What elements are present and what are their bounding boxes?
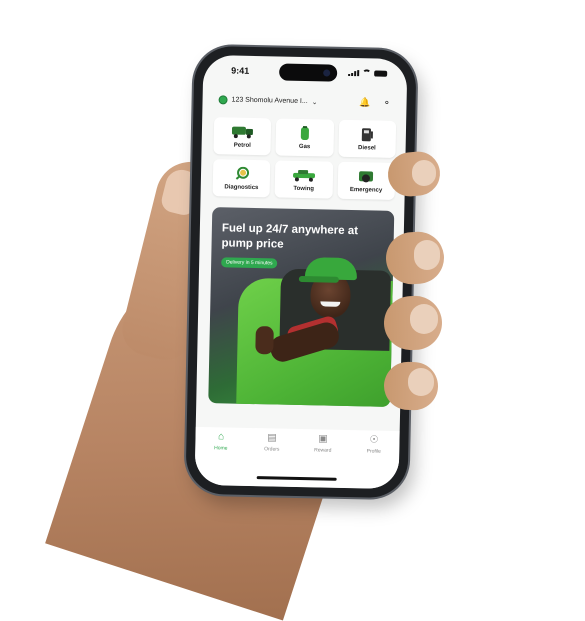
banner-title: Fuel up 24/7 anywhere at pump price xyxy=(221,222,359,251)
scene: 9:41 123 Shomolu Avenue I... ⌄ 🔔 ⚬ Petro… xyxy=(0,0,585,621)
tab-label: Home xyxy=(214,445,228,452)
banner-driver-smile xyxy=(320,301,341,307)
service-grid: Petrol Gas Diesel Diagnostics Towing Eme… xyxy=(212,117,397,200)
fingernail xyxy=(408,368,434,396)
service-emergency[interactable]: Emergency xyxy=(337,161,396,200)
bell-icon[interactable]: 🔔 xyxy=(359,97,370,108)
battery-icon xyxy=(374,69,388,77)
home-icon: ⌂ xyxy=(217,431,225,443)
location-address: 123 Shomolu Avenue I... xyxy=(231,96,308,106)
signal-icon xyxy=(348,69,360,76)
fuel-truck-icon xyxy=(231,126,253,138)
gift-icon: ▣ xyxy=(318,433,328,445)
location-pin-icon xyxy=(218,95,228,105)
wifi-icon xyxy=(362,69,372,77)
location-selector[interactable]: 123 Shomolu Avenue I... ⌄ xyxy=(218,95,318,106)
service-towing[interactable]: Towing xyxy=(274,160,333,199)
promo-banner[interactable]: Fuel up 24/7 anywhere at pump price Deli… xyxy=(208,207,395,407)
profile-icon[interactable]: ⚬ xyxy=(383,98,391,109)
service-gas[interactable]: Gas xyxy=(275,118,334,157)
banner-badge: Delivery in 5 minutes xyxy=(221,257,278,269)
service-diagnostics[interactable]: Diagnostics xyxy=(212,159,271,198)
gas-cylinder-icon xyxy=(300,125,309,140)
emergency-icon xyxy=(359,170,374,182)
tab-label: Orders xyxy=(264,446,280,453)
service-label: Diagnostics xyxy=(224,183,259,191)
tab-label: Reward xyxy=(314,447,332,454)
diagnostics-icon xyxy=(235,166,249,180)
orders-icon: ▤ xyxy=(267,432,277,444)
dynamic-island xyxy=(279,63,338,82)
fingernail xyxy=(410,304,438,334)
banner-thumbs-up xyxy=(255,326,274,355)
service-label: Gas xyxy=(298,143,311,150)
tab-profile[interactable]: ☉ Profile xyxy=(353,434,394,489)
service-petrol[interactable]: Petrol xyxy=(213,117,272,156)
phone-screen: 9:41 123 Shomolu Avenue I... ⌄ 🔔 ⚬ Petro… xyxy=(194,54,408,490)
service-label: Emergency xyxy=(349,186,383,194)
tab-label: Profile xyxy=(366,448,381,455)
service-diesel[interactable]: Diesel xyxy=(338,119,397,158)
service-label: Towing xyxy=(293,185,315,192)
tow-truck-icon xyxy=(293,169,316,182)
status-icons xyxy=(348,69,388,77)
status-time: 9:41 xyxy=(231,65,250,76)
service-label: Diesel xyxy=(358,144,376,152)
tab-home[interactable]: ⌂ Home xyxy=(200,431,241,486)
phone: 9:41 123 Shomolu Avenue I... ⌄ 🔔 ⚬ Petro… xyxy=(185,45,417,499)
diesel-pump-icon xyxy=(362,127,374,141)
chevron-down-icon: ⌄ xyxy=(311,98,318,106)
fingernail xyxy=(414,240,440,270)
banner-driver-cap xyxy=(304,257,358,281)
profile-icon: ☉ xyxy=(369,434,379,446)
fingernail xyxy=(412,160,436,186)
service-label: Petrol xyxy=(233,142,251,149)
